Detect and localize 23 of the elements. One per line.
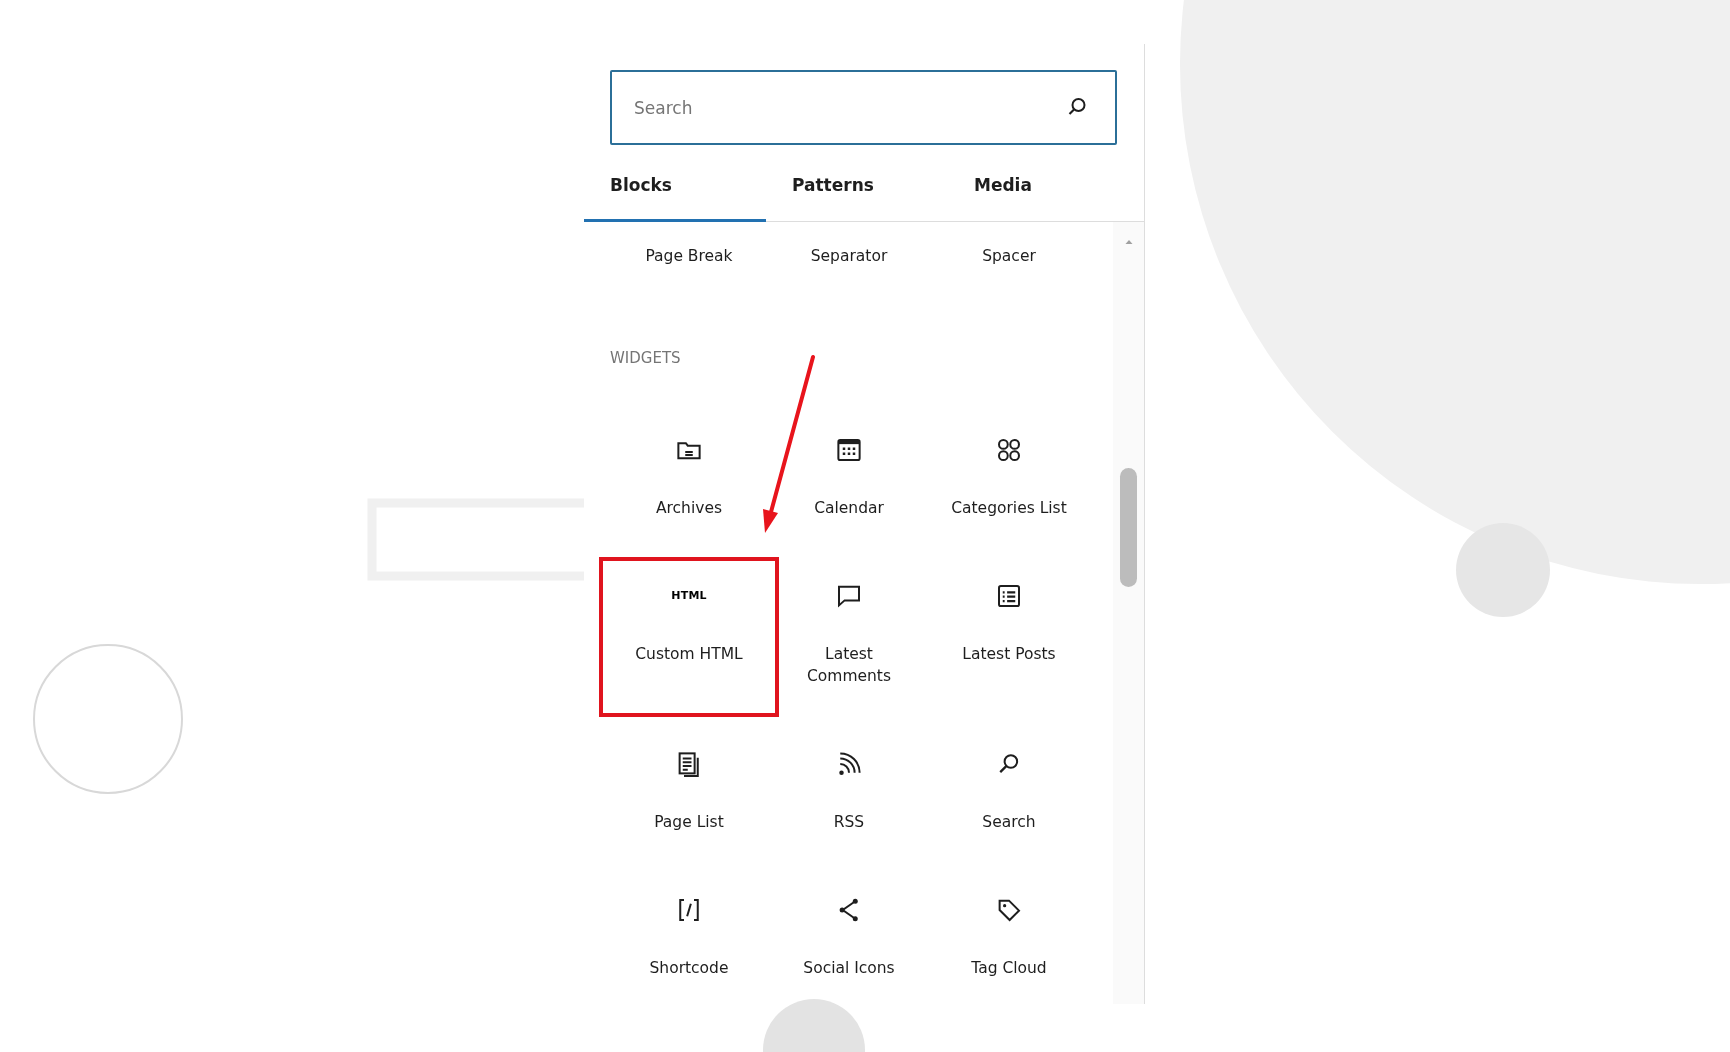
block-item[interactable]: Search	[929, 735, 1089, 853]
search-field[interactable]: Search	[610, 70, 1117, 145]
block-item[interactable]: Archives	[609, 421, 769, 539]
block-item[interactable]: Categories List	[929, 421, 1089, 539]
tab[interactable]: Patterns	[766, 161, 948, 222]
block-item[interactable]: Page Break	[609, 244, 769, 267]
section-heading: WIDGETS	[610, 347, 682, 369]
scrollbar[interactable]	[1113, 221, 1144, 1004]
block-item[interactable]: Page List	[609, 735, 769, 853]
block-item[interactable]: Shortcode	[609, 881, 769, 999]
block-item[interactable]: Latest Comments	[769, 567, 929, 707]
tab[interactable]: Media	[948, 161, 1130, 222]
block-item[interactable]: Calendar	[769, 421, 929, 539]
block-item[interactable]: Latest Posts	[929, 567, 1089, 707]
block-item[interactable]: Separator	[769, 244, 929, 267]
block-item[interactable]: HTML Custom HTML	[609, 567, 769, 707]
tab[interactable]: Blocks	[584, 161, 766, 222]
block-item[interactable]: RSS	[769, 735, 929, 853]
block-item[interactable]: Social Icons	[769, 881, 929, 999]
scrollbar-thumb[interactable]	[1120, 467, 1137, 587]
block-item[interactable]: Spacer	[929, 244, 1089, 267]
html-icon: HTML	[671, 581, 707, 611]
block-item[interactable]: Tag Cloud	[929, 881, 1089, 999]
